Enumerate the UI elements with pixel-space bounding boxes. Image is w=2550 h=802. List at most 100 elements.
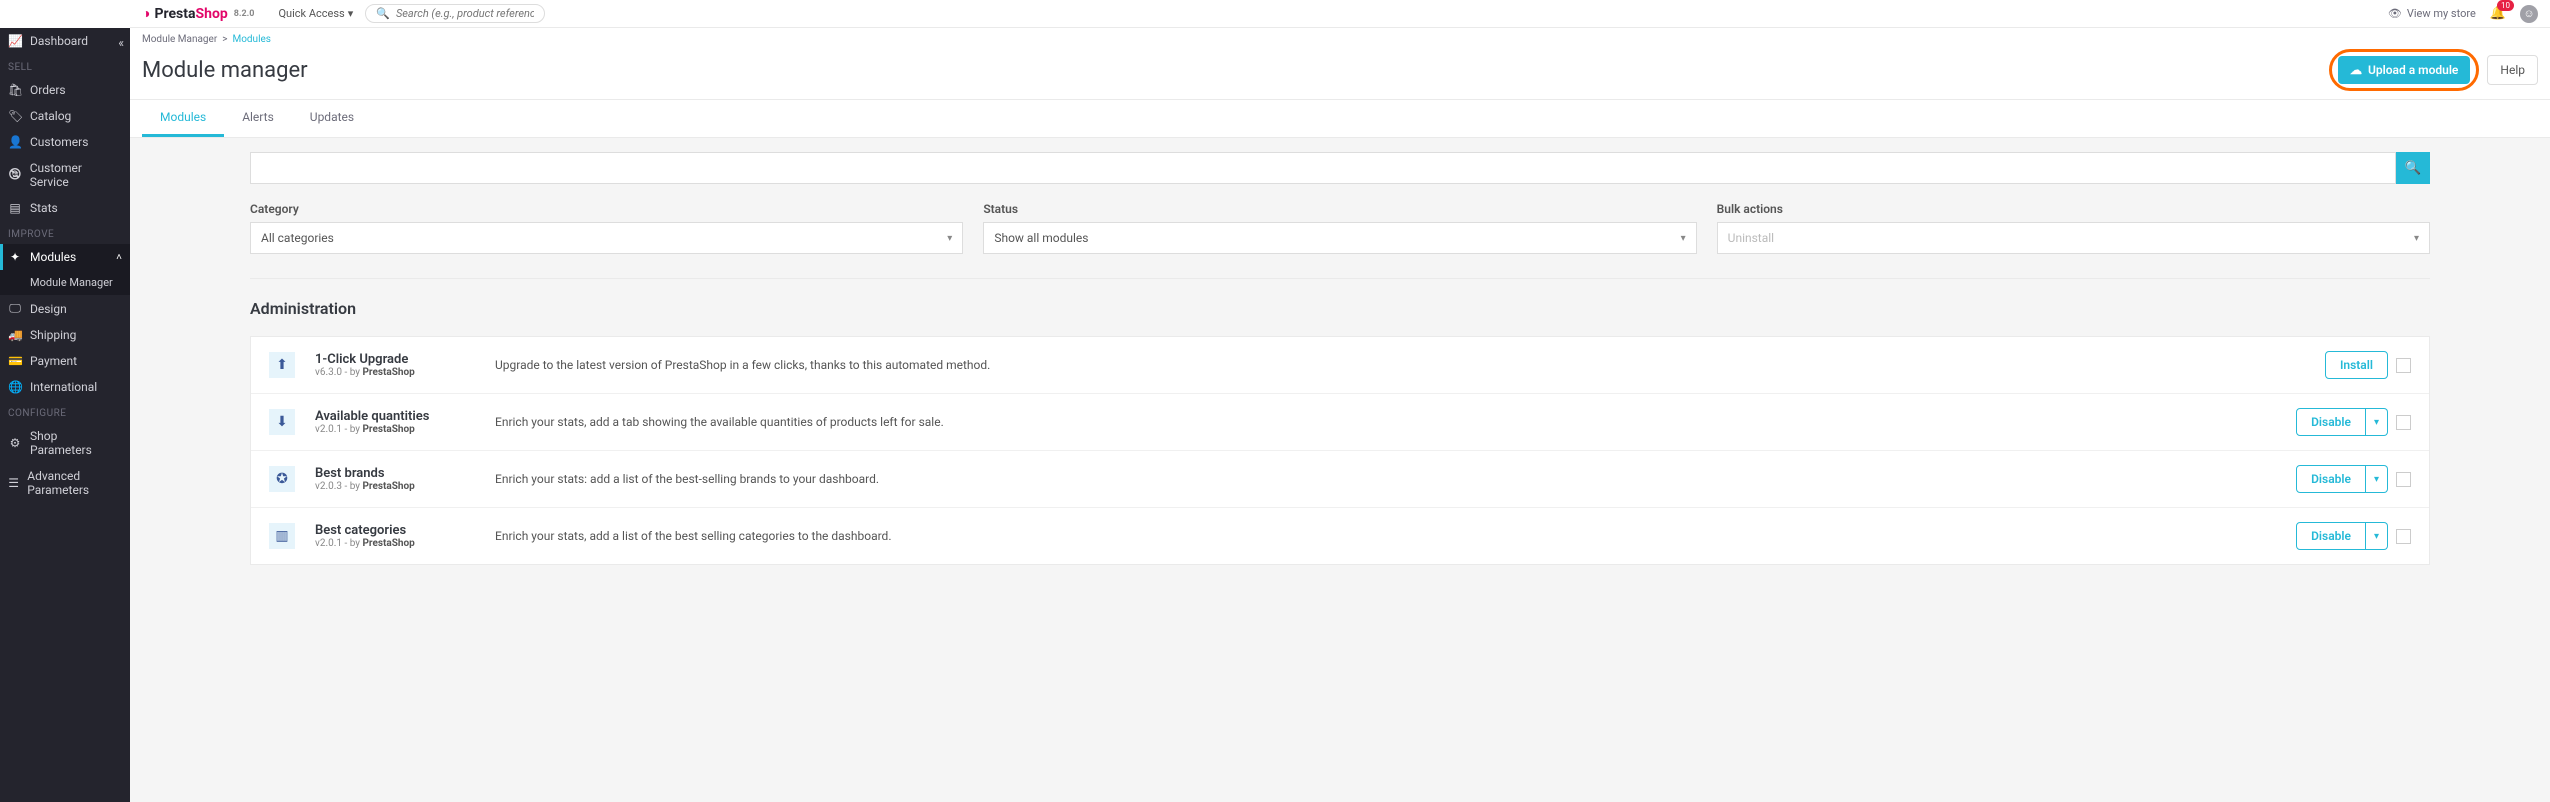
module-row: ⬇Available quantitiesv2.0.1 - by PrestaS… <box>251 394 2429 451</box>
sidebar: « 📈Dashboard SELL 🛍Orders 🏷Catalog 👤Cust… <box>0 0 130 802</box>
monitor-icon: 🖵 <box>8 301 22 316</box>
nav-label: Design <box>30 302 67 316</box>
chevron-down-icon: ▾ <box>2374 531 2379 542</box>
nav-label: International <box>30 380 97 394</box>
logo-text-1: Presta <box>154 6 195 22</box>
nav-orders[interactable]: 🛍 Orders <box>0 77 130 103</box>
global-search-input[interactable] <box>396 7 534 20</box>
module-disable-button[interactable]: Disable <box>2296 522 2366 550</box>
module-row: ▥Best categoriesv2.0.1 - by PrestaShopEn… <box>251 508 2429 564</box>
tab-updates[interactable]: Updates <box>292 100 372 137</box>
headset-icon: 🕲 <box>8 165 22 186</box>
module-description: Enrich your stats, add a list of the bes… <box>495 529 2276 543</box>
nav-label: Shop Parameters <box>30 429 122 457</box>
module-description: Enrich your stats: add a list of the bes… <box>495 472 2276 486</box>
module-disable-button[interactable]: Disable <box>2296 408 2366 436</box>
nav-label: Orders <box>30 83 66 97</box>
chevron-down-icon: ▾ <box>2374 417 2379 428</box>
nav-modules[interactable]: ✦Modules˄ <box>0 244 130 270</box>
module-search-button[interactable]: 🔍 <box>2396 152 2430 184</box>
module-disable-button[interactable]: Disable <box>2296 465 2366 493</box>
chevron-down-icon: ▾ <box>947 233 952 244</box>
upload-module-button[interactable]: ☁ Upload a module <box>2338 56 2470 84</box>
breadcrumb-item[interactable]: Module Manager <box>142 34 217 45</box>
category-value: All categories <box>261 231 334 245</box>
nav-label: Stats <box>30 201 58 215</box>
tab-alerts[interactable]: Alerts <box>224 100 292 137</box>
module-action-dropdown[interactable]: ▾ <box>2366 408 2388 436</box>
module-description: Enrich your stats, add a tab showing the… <box>495 415 2276 429</box>
bulk-select[interactable]: Uninstall▾ <box>1717 222 2430 254</box>
module-row: ⬆1-Click Upgradev6.3.0 - by PrestaShopUp… <box>251 337 2429 394</box>
category-select[interactable]: All categories ▾ <box>250 222 963 254</box>
nav-payment[interactable]: 💳Payment <box>0 348 130 374</box>
nav-module-manager[interactable]: Module Manager <box>0 270 130 295</box>
nav-label: Advanced Parameters <box>27 469 122 497</box>
nav-label: Modules <box>30 250 76 264</box>
quick-access-dropdown[interactable]: Quick Access ▾ <box>278 7 353 20</box>
caret-down-icon: ▾ <box>348 7 354 20</box>
nav-label: Dashboard <box>30 34 88 48</box>
module-name: Best categories <box>315 523 475 538</box>
breadcrumb: Module Manager > Modules <box>142 34 2538 45</box>
truck-icon: 🚚 <box>8 328 22 342</box>
notifications-button[interactable]: 🔔10 <box>2490 6 2506 21</box>
module-search-input[interactable] <box>250 152 2396 184</box>
page-header: Module Manager > Modules Module manager … <box>130 28 2550 100</box>
module-icon: ⬆ <box>269 352 295 378</box>
quick-access-label: Quick Access <box>278 7 344 20</box>
cloud-upload-icon: ☁ <box>2350 63 2362 77</box>
view-store-link[interactable]: 👁View my store <box>2388 7 2476 20</box>
section-title: Administration <box>250 299 2430 324</box>
module-checkbox[interactable] <box>2396 529 2411 544</box>
nav-international[interactable]: 🌐International <box>0 374 130 400</box>
nav-customer-service[interactable]: 🕲 Customer Service <box>0 155 130 195</box>
tabs: Modules Alerts Updates <box>130 100 2550 138</box>
nav-section-configure: CONFIGURE <box>0 400 130 423</box>
module-icon: ⬇ <box>269 409 295 435</box>
module-action-dropdown[interactable]: ▾ <box>2366 522 2388 550</box>
divider <box>250 278 2430 279</box>
breadcrumb-item[interactable]: Modules <box>232 34 270 45</box>
nav-label: Customer Service <box>30 161 122 189</box>
module-name: Best brands <box>315 466 475 481</box>
annotation-highlight: ☁ Upload a module <box>2329 49 2479 91</box>
notif-badge: 10 <box>2497 0 2514 11</box>
tag-icon: 🏷 <box>8 109 22 123</box>
global-search[interactable]: 🔍 <box>365 4 545 23</box>
status-select[interactable]: Show all modules▾ <box>983 222 1696 254</box>
module-checkbox[interactable] <box>2396 415 2411 430</box>
nav-shop-params[interactable]: ⚙Shop Parameters <box>0 423 130 463</box>
nav-adv-params[interactable]: ☰ Advanced Parameters <box>0 463 130 503</box>
nav-section-improve: IMPROVE <box>0 221 130 244</box>
module-version: v2.0.1 - by PrestaShop <box>315 424 475 435</box>
bag-icon: 🛍 <box>8 83 22 97</box>
nav-shipping[interactable]: 🚚Shipping <box>0 322 130 348</box>
module-row: ✪Best brandsv2.0.3 - by PrestaShopEnrich… <box>251 451 2429 508</box>
sliders-icon: ☰ <box>8 476 19 490</box>
module-checkbox[interactable] <box>2396 358 2411 373</box>
nav-customers[interactable]: 👤Customers <box>0 129 130 155</box>
tab-modules[interactable]: Modules <box>142 100 224 137</box>
logo[interactable]: ◑ PrestaShop 8.2.0 <box>142 5 254 22</box>
bulk-value: Uninstall <box>1728 231 1774 245</box>
nav-stats[interactable]: ▤Stats <box>0 195 130 221</box>
profile-button[interactable]: ☺ <box>2520 5 2538 23</box>
module-description: Upgrade to the latest version of PrestaS… <box>495 358 2305 372</box>
chevron-down-icon: ▾ <box>1681 233 1686 244</box>
nav-design[interactable]: 🖵 Design <box>0 295 130 322</box>
view-store-label: View my store <box>2407 7 2476 20</box>
bulk-label: Bulk actions <box>1717 202 2430 216</box>
module-icon: ✪ <box>269 466 295 492</box>
help-button[interactable]: Help <box>2487 55 2538 85</box>
logo-text-2: Shop <box>195 6 227 22</box>
module-install-button[interactable]: Install <box>2325 351 2388 379</box>
nav-catalog[interactable]: 🏷Catalog <box>0 103 130 129</box>
module-action-dropdown[interactable]: ▾ <box>2366 465 2388 493</box>
upload-label: Upload a module <box>2368 63 2458 77</box>
module-checkbox[interactable] <box>2396 472 2411 487</box>
module-list: ⬆1-Click Upgradev6.3.0 - by PrestaShopUp… <box>250 336 2430 565</box>
topbar: ◑ PrestaShop 8.2.0 Quick Access ▾ 🔍 👁View… <box>130 0 2550 28</box>
nav-dashboard[interactable]: 📈Dashboard <box>0 28 130 54</box>
content: 🔍 Category All categories▾ Status Show a… <box>130 138 2550 579</box>
